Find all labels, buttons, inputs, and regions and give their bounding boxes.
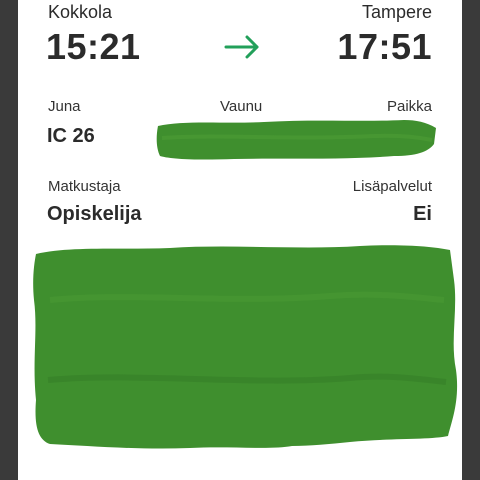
redaction-mark-details <box>33 245 458 449</box>
arrow-right-icon <box>224 35 259 59</box>
extras-value: Ei <box>413 203 432 225</box>
train-value: IC 26 <box>47 125 95 147</box>
ticket-card: Kokkola Tampere 15:21 17:51 Juna Vaunu P… <box>18 0 462 480</box>
departure-time: 15:21 <box>46 26 141 67</box>
passenger-value: Opiskelija <box>47 203 142 225</box>
arrival-time: 17:51 <box>337 26 432 67</box>
passenger-label: Matkustaja <box>48 178 121 195</box>
train-label: Juna <box>48 98 81 115</box>
redaction-mark-seat <box>156 120 437 160</box>
carriage-label: Vaunu <box>220 98 263 115</box>
seat-label: Paikka <box>386 98 432 115</box>
destination-city: Tampere <box>361 2 432 22</box>
extras-label: Lisäpalvelut <box>352 178 432 195</box>
origin-city: Kokkola <box>48 2 113 22</box>
